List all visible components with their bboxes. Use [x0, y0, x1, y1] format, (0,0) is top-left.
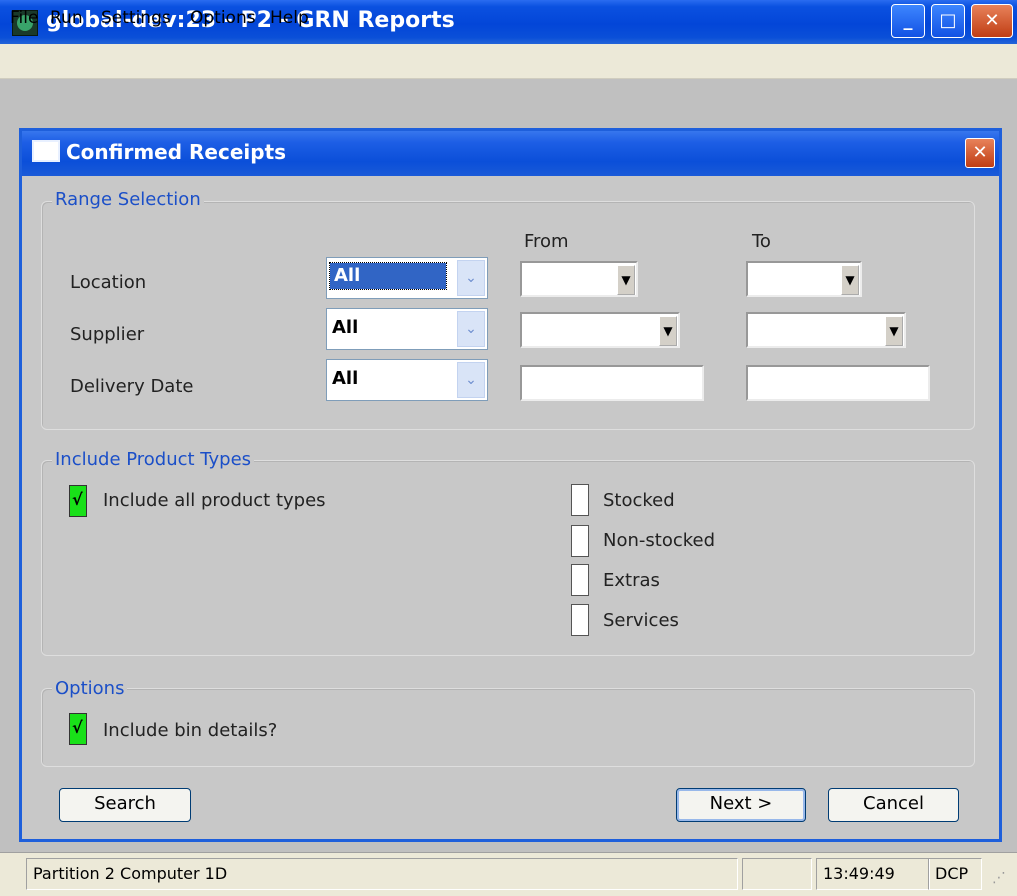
status-user: DCP	[928, 858, 982, 890]
close-button[interactable]: ✕	[971, 4, 1013, 38]
chevron-down-icon[interactable]: ⌄	[457, 311, 485, 347]
location-mode-value: All	[329, 262, 447, 290]
location-label: Location	[70, 272, 147, 293]
range-selection-title: Range Selection	[52, 189, 204, 210]
supplier-label: Supplier	[70, 324, 145, 345]
dropdown-arrow-icon[interactable]: ▼	[885, 316, 903, 346]
resize-grip-icon[interactable]: ⋰	[992, 868, 1012, 888]
menu-bar	[0, 44, 1017, 79]
to-header: To	[752, 231, 771, 252]
location-from-dropdown[interactable]: ▼	[520, 261, 638, 297]
dialog-close-icon[interactable]: ✕	[965, 138, 995, 168]
dropdown-arrow-icon[interactable]: ▼	[841, 265, 859, 295]
options-title: Options	[52, 678, 128, 699]
delivery-date-mode-combo[interactable]: All ⌄	[326, 359, 488, 401]
include-all-checkbox[interactable]: √	[69, 485, 87, 517]
stocked-checkbox[interactable]	[571, 484, 589, 516]
check-icon: √	[72, 718, 83, 737]
extras-checkbox[interactable]	[571, 564, 589, 596]
dialog-window-icon	[32, 140, 60, 162]
status-empty-pane	[742, 858, 812, 890]
search-button[interactable]: Search	[59, 788, 191, 822]
delivery-date-mode-value: All	[332, 368, 359, 389]
supplier-to-dropdown[interactable]: ▼	[746, 312, 906, 348]
check-icon: √	[72, 490, 83, 509]
dialog-title: Confirmed Receipts	[66, 140, 287, 164]
supplier-mode-combo[interactable]: All ⌄	[326, 308, 488, 350]
maximize-icon: □	[939, 10, 957, 31]
minimize-icon: _	[903, 10, 913, 31]
menu-run[interactable]: Run	[50, 8, 83, 28]
supplier-from-dropdown[interactable]: ▼	[520, 312, 680, 348]
delivery-date-to-input[interactable]	[746, 365, 930, 401]
chevron-down-icon[interactable]: ⌄	[457, 362, 485, 398]
minimize-button[interactable]: _	[891, 4, 925, 38]
non-stocked-checkbox[interactable]	[571, 525, 589, 557]
include-bin-details-checkbox[interactable]: √	[69, 713, 87, 745]
extras-label: Extras	[603, 570, 660, 591]
cancel-button[interactable]: Cancel	[828, 788, 959, 822]
status-partition: Partition 2 Computer 1D	[26, 858, 738, 890]
services-label: Services	[603, 610, 679, 631]
menu-file[interactable]: File	[10, 8, 38, 28]
menu-help[interactable]: Help	[270, 8, 309, 28]
location-mode-combo[interactable]: All ⌄	[326, 257, 488, 299]
next-button[interactable]: Next >	[676, 788, 806, 822]
services-checkbox[interactable]	[571, 604, 589, 636]
from-header: From	[524, 231, 569, 252]
include-all-label: Include all product types	[103, 490, 326, 511]
supplier-mode-value: All	[332, 317, 359, 338]
status-time: 13:49:49	[816, 858, 930, 890]
chevron-down-icon[interactable]: ⌄	[457, 260, 485, 296]
dropdown-arrow-icon[interactable]: ▼	[617, 265, 635, 295]
close-icon: ✕	[984, 10, 1000, 31]
menu-options[interactable]: Options	[190, 8, 256, 28]
location-to-dropdown[interactable]: ▼	[746, 261, 862, 297]
stocked-label: Stocked	[603, 490, 675, 511]
product-types-title: Include Product Types	[52, 449, 255, 470]
menu-settings[interactable]: Settings	[101, 8, 171, 28]
delivery-date-label: Delivery Date	[70, 376, 194, 397]
delivery-date-from-input[interactable]	[520, 365, 704, 401]
include-bin-details-label: Include bin details?	[103, 720, 278, 741]
dropdown-arrow-icon[interactable]: ▼	[659, 316, 677, 346]
maximize-button[interactable]: □	[931, 4, 965, 38]
non-stocked-label: Non-stocked	[603, 530, 716, 551]
